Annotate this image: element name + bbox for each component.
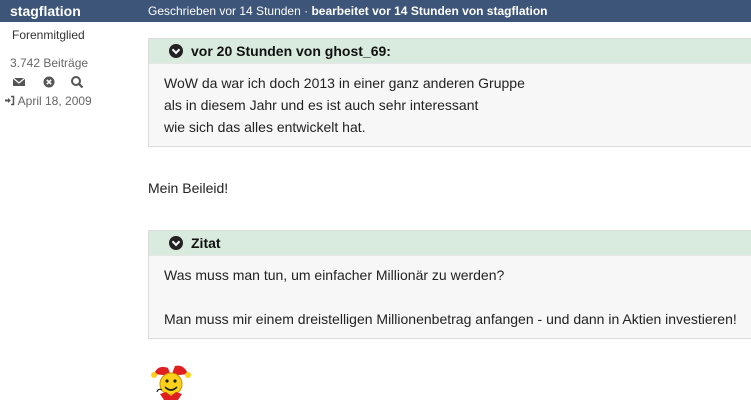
quote-body: WoW da war ich doch 2013 in einer ganz a… [149, 64, 751, 138]
search-icon[interactable] [70, 75, 84, 89]
post-count: 3.742 Beiträge [10, 56, 89, 70]
edited-note: bearbeitet vor 14 Stunden von stagflatio… [311, 4, 548, 18]
quote-line: Man muss mir einem dreistelligen Million… [164, 311, 737, 327]
quote-line: Was muss man tun, um einfacher Millionär… [164, 267, 505, 283]
quote-line [164, 286, 751, 308]
envelope-icon[interactable] [12, 75, 26, 89]
join-date: April 18, 2009 [4, 94, 92, 108]
quote-line: wie sich das alles entwickelt hat. [164, 119, 366, 135]
username[interactable]: stagflation [10, 3, 81, 19]
quote-block: vor 20 Stunden von ghost_69: WoW da war … [148, 38, 751, 147]
jester-smiley-icon [148, 362, 194, 402]
quote-block: Zitat Was muss man tun, um einfacher Mil… [148, 230, 751, 339]
ignore-icon[interactable] [42, 75, 56, 89]
quote-title: Zitat [191, 235, 221, 251]
user-title: Forenmitglied [12, 28, 85, 42]
chevron-down-icon[interactable] [169, 236, 183, 250]
quote-title: vor 20 Stunden von ghost_69: [191, 43, 391, 59]
quote-header[interactable]: vor 20 Stunden von ghost_69: [149, 39, 751, 64]
reply-text: Mein Beileid! [148, 180, 229, 196]
quote-line: als in diesem Jahr und es ist auch sehr … [164, 97, 479, 113]
join-date-text: April 18, 2009 [17, 94, 92, 108]
post-date[interactable]: Geschrieben vor 14 Stunden · [148, 4, 311, 18]
post-header: stagflation Geschrieben vor 14 Stunden ·… [0, 0, 751, 22]
post-meta: Geschrieben vor 14 Stunden · bearbeitet … [148, 4, 547, 18]
quote-body: Was muss man tun, um einfacher Millionär… [149, 256, 751, 330]
user-actions [12, 75, 102, 91]
sign-in-icon [4, 94, 15, 108]
chevron-down-icon[interactable] [169, 44, 183, 58]
quote-line: WoW da war ich doch 2013 in einer ganz a… [164, 75, 525, 91]
quote-header[interactable]: Zitat [149, 231, 751, 256]
